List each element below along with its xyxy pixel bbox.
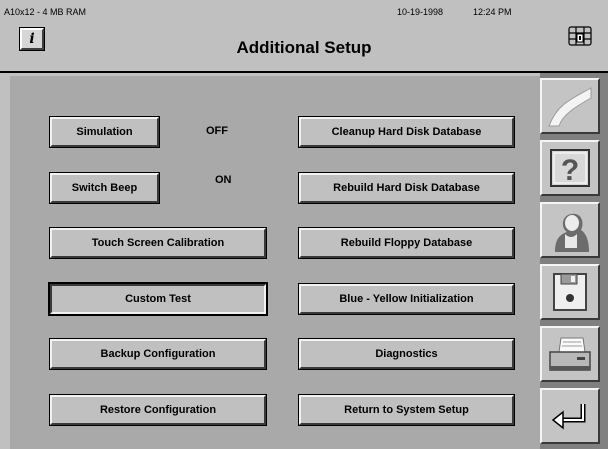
- main-panel: Simulation OFF Switch Beep ON Touch Scre…: [10, 76, 540, 449]
- print-button[interactable]: [540, 326, 600, 382]
- blue-yellow-initialization-button[interactable]: Blue - Yellow Initialization: [298, 283, 515, 315]
- date-display: 10-19-1998: [397, 7, 444, 17]
- touch-screen-calibration-button[interactable]: Touch Screen Calibration: [49, 227, 267, 259]
- return-button[interactable]: [540, 388, 600, 444]
- restore-configuration-button[interactable]: Restore Configuration: [49, 394, 267, 426]
- switch-beep-button[interactable]: Switch Beep: [49, 172, 160, 204]
- additional-setup-screen: A10x12 - 4 MB RAM 10-19-1998 12:24 PM i …: [0, 0, 608, 449]
- cleanup-hard-disk-database-button[interactable]: Cleanup Hard Disk Database: [298, 116, 515, 148]
- header-bar: A10x12 - 4 MB RAM 10-19-1998 12:24 PM i …: [0, 0, 608, 71]
- rebuild-hard-disk-database-button[interactable]: Rebuild Hard Disk Database: [298, 172, 515, 204]
- return-to-system-setup-button[interactable]: Return to System Setup: [298, 394, 515, 426]
- curve-icon: [548, 87, 592, 127]
- switch-beep-status: ON: [215, 174, 232, 186]
- time-display: 12:24 PM: [473, 7, 512, 17]
- toolbar-curve-button[interactable]: [540, 78, 600, 134]
- rebuild-floppy-database-button[interactable]: Rebuild Floppy Database: [298, 227, 515, 259]
- printer-icon: [549, 337, 591, 371]
- svg-text:?: ?: [561, 154, 579, 187]
- diagnostics-button[interactable]: Diagnostics: [298, 338, 515, 370]
- simulation-button[interactable]: Simulation: [49, 116, 160, 148]
- operator-button[interactable]: [540, 202, 600, 258]
- network-icon: [568, 26, 592, 46]
- header-divider: [0, 71, 608, 73]
- operator-person-icon: [555, 213, 589, 252]
- backup-configuration-button[interactable]: Backup Configuration: [49, 338, 267, 370]
- custom-test-button[interactable]: Custom Test: [48, 282, 268, 316]
- save-disk-button[interactable]: [540, 264, 600, 320]
- simulation-status: OFF: [206, 125, 228, 137]
- help-button[interactable]: ?: [540, 140, 600, 196]
- help-question-icon: ?: [550, 149, 590, 187]
- return-arrow-icon: [551, 404, 586, 430]
- right-toolbar: ?: [540, 73, 608, 449]
- ram-info: A10x12 - 4 MB RAM: [4, 7, 87, 17]
- page-title: Additional Setup: [236, 38, 372, 57]
- floppy-disk-icon: [553, 273, 587, 311]
